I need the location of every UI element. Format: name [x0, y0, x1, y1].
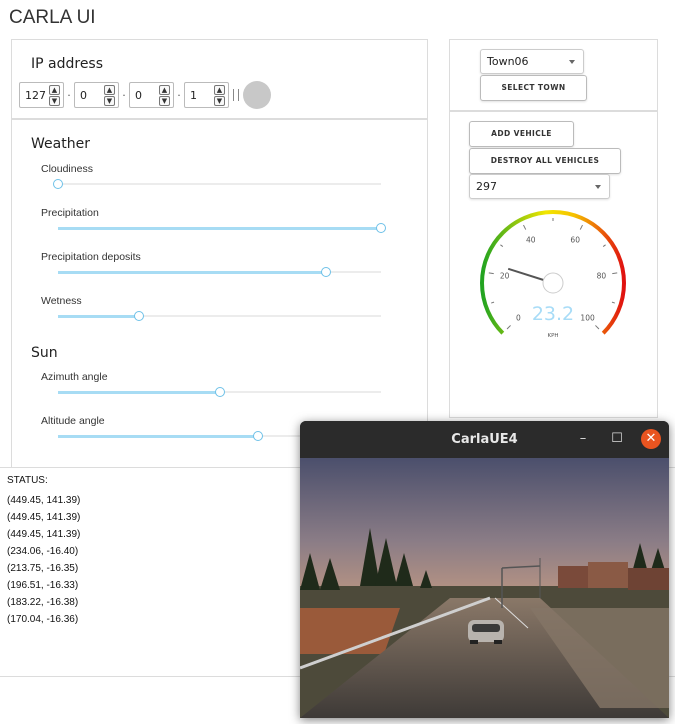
- speedometer-tick-label: 60: [570, 235, 580, 244]
- close-icon[interactable]: ✕: [641, 429, 661, 449]
- speedometer-tick: [523, 224, 527, 230]
- slider-fill: [58, 391, 220, 394]
- ip-separator: ·: [122, 88, 126, 102]
- increment-icon[interactable]: ▲: [214, 85, 225, 95]
- cloudiness-label: Cloudiness: [41, 163, 93, 175]
- slider-fill: [58, 227, 381, 230]
- speedometer-tick-label: 40: [526, 235, 536, 244]
- app-title: CARLA UI: [9, 7, 96, 28]
- ip-address-panel: IP address 127 ▲ ▼ · 0 ▲ ▼ · 0 ▲ ▼ · 1 ▲ ▼: [11, 39, 428, 119]
- weather-panel: Weather Cloudiness Precipitation Precipi…: [11, 119, 428, 467]
- vehicle-id-select[interactable]: 297: [469, 174, 610, 199]
- decrement-icon[interactable]: ▼: [159, 96, 170, 106]
- decrement-icon[interactable]: ▼: [49, 96, 60, 106]
- azimuth-angle-label: Azimuth angle: [41, 371, 108, 383]
- vehicle-panel: ADD VEHICLE DESTROY ALL VEHICLES 297 0 20…: [449, 111, 658, 418]
- speed-unit: KPH: [547, 333, 558, 339]
- status-line: (234.06, -16.40): [7, 546, 79, 557]
- ip-octet-2-input[interactable]: 0 ▲ ▼: [74, 82, 119, 108]
- ip-octet-1-input[interactable]: 127 ▲ ▼: [19, 82, 64, 108]
- ip-address-title: IP address: [31, 56, 104, 72]
- speedometer-tick: [579, 224, 583, 230]
- speedometer-tick-label: 80: [597, 271, 607, 280]
- increment-icon[interactable]: ▲: [49, 85, 60, 95]
- speedometer-gauge: 0 20 40 60 80 100 23.2 KPH: [480, 209, 626, 339]
- status-line: (196.51, -16.33): [7, 580, 79, 591]
- precipitation-slider[interactable]: [58, 222, 386, 234]
- status-label: STATUS:: [7, 475, 48, 486]
- vehicle-ahead: [468, 620, 504, 644]
- precipitation-deposits-label: Precipitation deposits: [41, 251, 141, 263]
- connection-status-indicator[interactable]: [243, 81, 271, 109]
- minimize-icon[interactable]: –: [573, 429, 593, 449]
- increment-icon[interactable]: ▲: [159, 85, 170, 95]
- ip-octet-4-input[interactable]: 1 ▲ ▼: [184, 82, 229, 108]
- wetness-slider[interactable]: [58, 310, 381, 322]
- slider-thumb[interactable]: [321, 267, 331, 277]
- slider-fill: [58, 271, 326, 274]
- speedometer-tick-label: 100: [580, 314, 595, 323]
- status-line: (183.22, -16.38): [7, 597, 79, 608]
- precipitation-label: Precipitation: [41, 207, 99, 219]
- weather-title: Weather: [31, 136, 90, 152]
- simulation-view[interactable]: [300, 458, 669, 718]
- window-titlebar[interactable]: CarlaUE4 – ☐ ✕: [300, 421, 669, 458]
- speedometer-tick-label: 20: [500, 271, 510, 280]
- slider-thumb[interactable]: [53, 179, 63, 189]
- status-line: (449.45, 141.39): [7, 529, 81, 540]
- cloudiness-slider[interactable]: [53, 178, 381, 190]
- status-line: (449.45, 141.39): [7, 512, 81, 523]
- dropdown-arrow-icon: [595, 185, 601, 189]
- speed-value: 23.2: [532, 303, 574, 325]
- add-vehicle-button[interactable]: ADD VEHICLE: [469, 121, 574, 147]
- precipitation-deposits-slider[interactable]: [58, 266, 381, 278]
- status-log: (449.45, 141.39) (449.45, 141.39) (449.4…: [7, 492, 80, 628]
- select-town-button[interactable]: SELECT TOWN: [480, 75, 587, 101]
- wetness-label: Wetness: [41, 295, 82, 307]
- ip-separator: ·: [67, 88, 71, 102]
- decrement-icon[interactable]: ▼: [214, 96, 225, 106]
- speedometer-tick: [595, 325, 600, 330]
- town-select[interactable]: Town06: [480, 49, 584, 74]
- destroy-all-vehicles-button[interactable]: DESTROY ALL VEHICLES: [469, 148, 621, 174]
- ip-octet-3-input[interactable]: 0 ▲ ▼: [129, 82, 174, 108]
- wall-left: [300, 608, 400, 654]
- town-panel: Town06 SELECT TOWN: [449, 39, 658, 111]
- slider-thumb[interactable]: [134, 311, 144, 321]
- increment-icon[interactable]: ▲: [104, 85, 115, 95]
- speedometer-tick-label: 0: [516, 314, 521, 323]
- sun-title: Sun: [31, 345, 58, 361]
- speedometer-tick: [506, 325, 511, 330]
- status-line: (213.75, -16.35): [7, 563, 79, 574]
- speedometer-tick: [612, 272, 618, 275]
- carla-ue4-window[interactable]: CarlaUE4 – ☐ ✕: [300, 421, 669, 718]
- status-line: (449.45, 141.39): [7, 495, 81, 506]
- ip-address-row: 127 ▲ ▼ · 0 ▲ ▼ · 0 ▲ ▼ · 1 ▲ ▼: [19, 81, 271, 109]
- azimuth-angle-slider[interactable]: [58, 386, 381, 398]
- altitude-angle-label: Altitude angle: [41, 415, 105, 427]
- ip-divider-icon: [233, 89, 239, 101]
- decrement-icon[interactable]: ▼: [104, 96, 115, 106]
- maximize-icon[interactable]: ☐: [607, 429, 627, 449]
- status-line: (170.04, -16.36): [7, 614, 79, 625]
- slider-thumb[interactable]: [215, 387, 225, 397]
- speedometer-tick: [611, 301, 615, 304]
- speedometer-tick: [500, 244, 504, 247]
- ip-separator: ·: [177, 88, 181, 102]
- slider-thumb[interactable]: [376, 223, 386, 233]
- slider-thumb[interactable]: [253, 431, 263, 441]
- slider-fill: [58, 435, 258, 438]
- dropdown-arrow-icon: [569, 60, 575, 64]
- slider-fill: [58, 315, 139, 318]
- speedometer-hub: [542, 272, 564, 294]
- speedometer-tick: [602, 244, 606, 247]
- speedometer-tick: [488, 272, 494, 275]
- speedometer-tick: [491, 301, 495, 304]
